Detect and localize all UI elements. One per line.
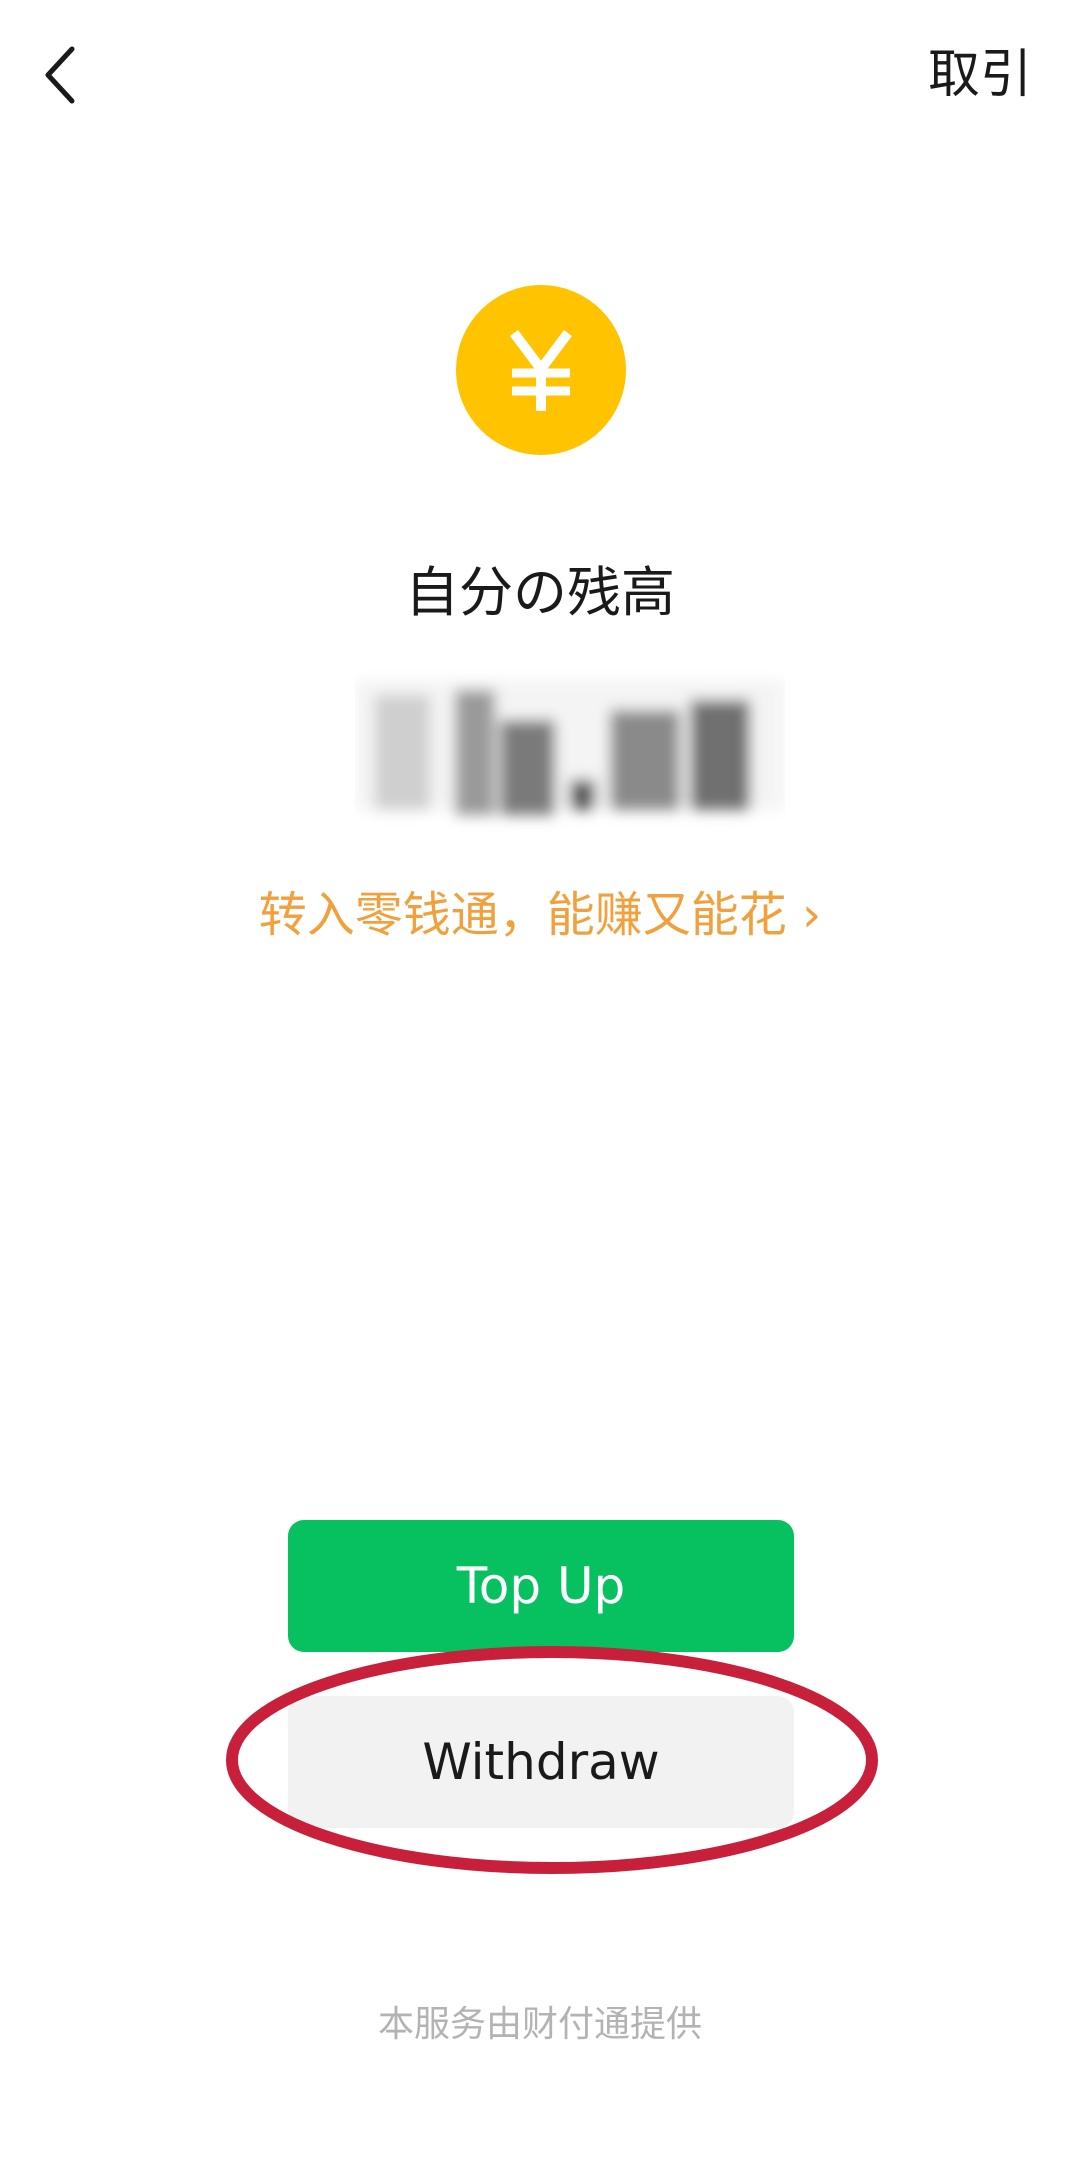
yuan-icon xyxy=(456,285,626,455)
navigation-bar: 取引 xyxy=(0,0,1080,150)
withdraw-label: Withdraw xyxy=(422,1733,660,1791)
provider-footer: 本服务由财付通提供 xyxy=(377,2004,702,2045)
top-up-button[interactable]: Top Up xyxy=(288,1520,794,1652)
balance-amount-redacted xyxy=(355,640,785,840)
back-button[interactable] xyxy=(30,35,90,115)
top-up-label: Top Up xyxy=(456,1557,626,1615)
yuan-glyph xyxy=(510,330,572,411)
chevron-left-icon xyxy=(45,46,75,104)
promo-link[interactable]: 转入零钱通，能赚又能花 › xyxy=(0,880,1080,950)
withdraw-button[interactable]: Withdraw xyxy=(288,1696,794,1828)
transactions-link[interactable]: 取引 xyxy=(928,40,1032,110)
balance-label: 自分の残高 xyxy=(405,561,675,624)
